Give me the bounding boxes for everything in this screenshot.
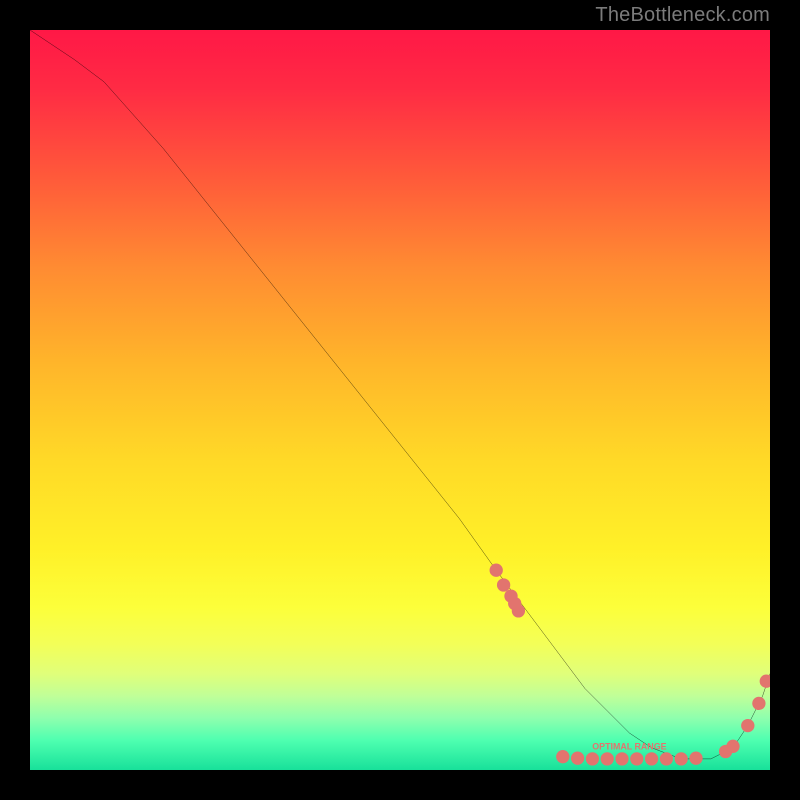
floor-cluster-dot — [601, 752, 614, 765]
floor-cluster-dot — [660, 752, 673, 765]
right-cluster-dot — [741, 719, 754, 732]
floor-cluster-dot — [689, 752, 702, 765]
floor-cluster-dot — [630, 752, 643, 765]
left-cluster-dot — [497, 578, 510, 591]
left-cluster-dot — [512, 604, 525, 617]
floor-cluster-dot — [645, 752, 658, 765]
floor-cluster-dot — [675, 752, 688, 765]
floor-cluster-dot — [571, 752, 584, 765]
chart-svg: OPTIMAL RANGE — [30, 30, 770, 770]
floor-cluster-dot — [586, 752, 599, 765]
floor-cluster-dot — [556, 750, 569, 763]
right-cluster-dot — [726, 740, 739, 753]
floor-cluster-dot — [615, 752, 628, 765]
left-cluster-dot — [490, 564, 503, 577]
chart-stage: TheBottleneck.com OPTIMAL RANGE — [0, 0, 800, 800]
right-cluster-dot — [752, 697, 765, 710]
floor-label: OPTIMAL RANGE — [592, 741, 666, 751]
plot-area: OPTIMAL RANGE — [30, 30, 770, 770]
watermark-text: TheBottleneck.com — [595, 4, 770, 27]
bottleneck-curve — [30, 30, 770, 759]
right-cluster-dot — [760, 675, 770, 688]
